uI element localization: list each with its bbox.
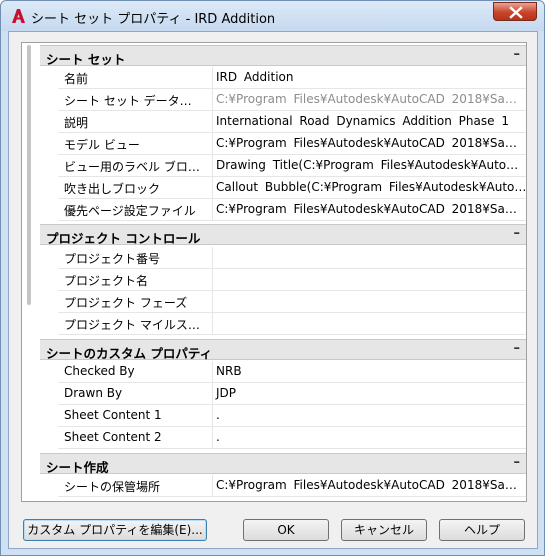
property-grid: シート セット – 名前 IRD Addition シート セット データ… C… xyxy=(21,42,527,502)
property-value[interactable]: NRB xyxy=(214,361,526,382)
close-icon xyxy=(509,6,523,19)
category-label: シートのカスタム プロパティ xyxy=(46,346,213,361)
property-name: プロジェクト番号 xyxy=(58,247,213,268)
collapse-icon[interactable]: – xyxy=(514,341,521,356)
property-value[interactable]: IRD Addition xyxy=(214,67,526,88)
category-label: シート セット xyxy=(46,52,126,67)
property-name: シート セット データ… xyxy=(58,89,213,110)
property-row[interactable]: Sheet Content 2 . xyxy=(58,427,526,449)
property-value[interactable] xyxy=(214,291,526,312)
property-value[interactable]: Drawing Title(C:¥Program Files¥Autodesk¥… xyxy=(214,155,526,176)
property-row[interactable]: 優先ページ設定ファイル C:¥Program Files¥Autodesk¥Au… xyxy=(58,199,526,221)
property-row[interactable]: Drawn By JDP xyxy=(58,383,526,405)
property-row[interactable]: プロジェクト番号 xyxy=(58,247,526,269)
property-row[interactable]: ビュー用のラベル ブロ… Drawing Title(C:¥Program Fi… xyxy=(58,155,526,177)
property-value[interactable]: C:¥Program Files¥Autodesk¥AutoCAD 2018¥S… xyxy=(214,475,526,496)
property-row[interactable]: 説明 International Road Dynamics Addition … xyxy=(58,111,526,133)
property-value: C:¥Program Files¥Autodesk¥AutoCAD 2018¥S… xyxy=(216,92,517,106)
property-row[interactable]: Checked By NRB xyxy=(58,361,526,383)
property-name: Drawn By xyxy=(58,383,213,404)
property-row[interactable]: モデル ビュー C:¥Program Files¥Autodesk¥AutoCA… xyxy=(58,133,526,155)
property-name: ビュー用のラベル ブロ… xyxy=(58,155,213,176)
property-name: プロジェクト フェーズ xyxy=(58,291,213,312)
property-row[interactable]: プロジェクト名 xyxy=(58,269,526,291)
category-label: プロジェクト コントロール xyxy=(46,231,201,246)
property-name: プロジェクト名 xyxy=(58,269,213,290)
property-row[interactable]: シートの保管場所 C:¥Program Files¥Autodesk¥AutoC… xyxy=(58,475,526,497)
property-name: 優先ページ設定ファイル xyxy=(58,199,213,220)
window-title: シート セット プロパティ - IRD Addition xyxy=(31,12,276,27)
property-name: モデル ビュー xyxy=(58,133,213,154)
dialog-window: シート セット プロパティ - IRD Addition シート セット – 名… xyxy=(0,0,545,556)
edit-custom-properties-button[interactable]: カスタム プロパティを編集(E)... xyxy=(23,519,207,541)
property-value[interactable] xyxy=(214,313,526,334)
category-sheet-custom-properties[interactable]: シートのカスタム プロパティ – xyxy=(40,339,526,361)
property-name: シートの保管場所 xyxy=(58,475,213,496)
property-value[interactable]: C:¥Program Files¥Autodesk¥AutoCAD 2018¥S… xyxy=(214,199,526,220)
property-value[interactable]: JDP xyxy=(214,383,526,404)
property-row[interactable]: シート セット データ… C:¥Program Files¥Autodesk¥A… xyxy=(58,89,526,111)
property-row[interactable]: Sheet Content 1 . xyxy=(58,405,526,427)
property-name: 説明 xyxy=(58,111,213,132)
collapse-icon[interactable]: – xyxy=(514,455,521,470)
collapse-icon[interactable]: – xyxy=(514,47,521,62)
close-button[interactable] xyxy=(493,2,537,21)
collapse-icon[interactable]: – xyxy=(514,226,521,241)
vertical-scrollbar[interactable] xyxy=(27,45,31,305)
category-sheet-creation[interactable]: シート作成 – xyxy=(40,453,526,475)
property-name: Sheet Content 2 xyxy=(58,427,213,448)
autocad-logo-icon xyxy=(12,9,25,23)
help-button[interactable]: ヘルプ xyxy=(439,519,525,541)
property-value[interactable]: . xyxy=(214,427,526,448)
title-bar[interactable]: シート セット プロパティ - IRD Addition xyxy=(1,1,544,31)
category-label: シート作成 xyxy=(46,460,109,475)
property-row[interactable]: 吹き出しブロック Callout Bubble(C:¥Program Files… xyxy=(58,177,526,199)
property-name: Sheet Content 1 xyxy=(58,405,213,426)
property-value[interactable]: C:¥Program Files¥Autodesk¥AutoCAD 2018¥S… xyxy=(214,133,526,154)
property-value[interactable] xyxy=(214,247,526,268)
category-project-control[interactable]: プロジェクト コントロール – xyxy=(40,224,526,246)
dialog-body: シート セット – 名前 IRD Addition シート セット データ… C… xyxy=(8,31,538,549)
property-value[interactable] xyxy=(214,269,526,290)
property-row[interactable]: 名前 IRD Addition xyxy=(58,67,526,89)
property-name: 名前 xyxy=(58,67,213,88)
property-name: Checked By xyxy=(58,361,213,382)
category-sheet-set[interactable]: シート セット – xyxy=(40,45,526,67)
property-row[interactable]: プロジェクト マイルス… xyxy=(58,313,526,335)
ok-button[interactable]: OK xyxy=(243,519,329,541)
property-value[interactable]: . xyxy=(214,405,526,426)
property-name: プロジェクト マイルス… xyxy=(58,313,213,334)
property-row[interactable]: プロジェクト フェーズ xyxy=(58,291,526,313)
cancel-button[interactable]: キャンセル xyxy=(341,519,427,541)
property-value[interactable]: Callout Bubble(C:¥Program Files¥Autodesk… xyxy=(214,177,526,198)
property-name: 吹き出しブロック xyxy=(58,177,213,198)
property-value[interactable]: International Road Dynamics Addition Pha… xyxy=(214,111,526,132)
